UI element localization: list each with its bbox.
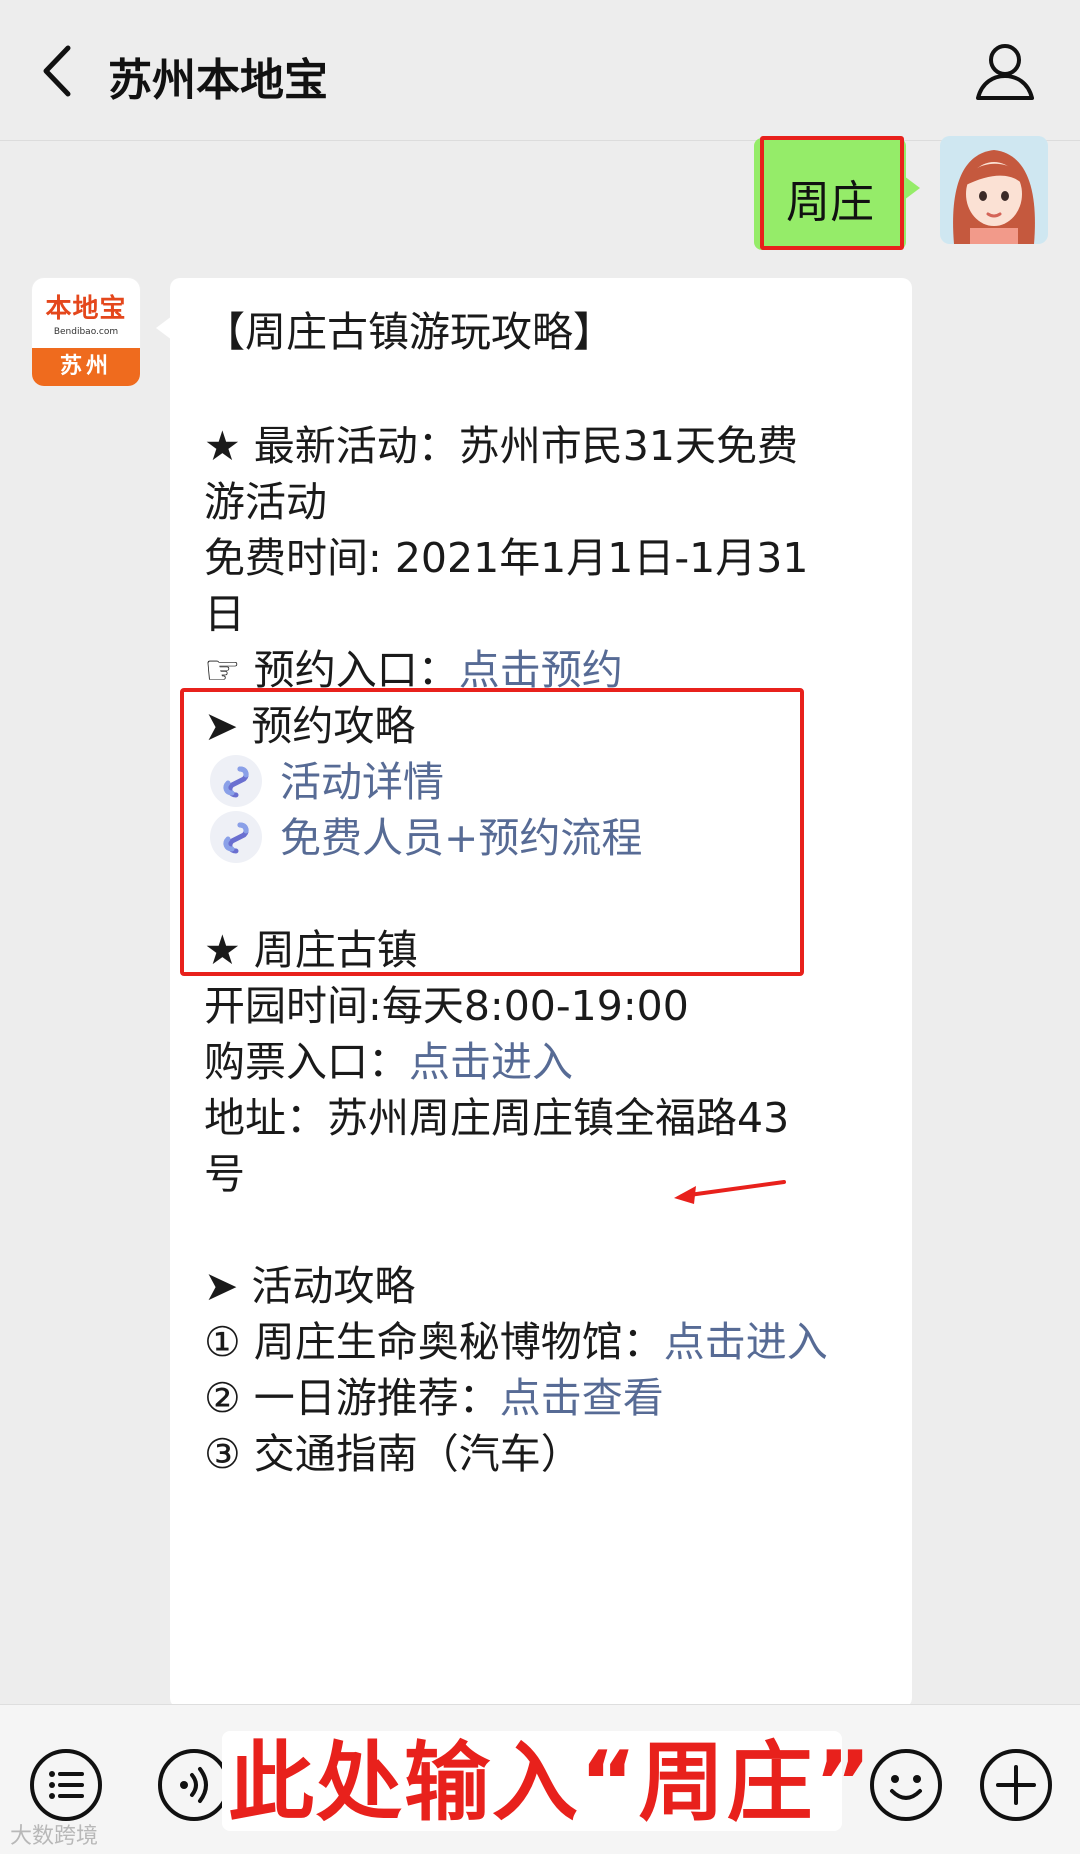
avatar-city-text: 苏州 xyxy=(32,348,140,386)
voice-icon[interactable] xyxy=(156,1747,232,1823)
museum-link[interactable]: 点击进入 xyxy=(664,1318,828,1366)
guide-item-label: ② 一日游推荐： xyxy=(204,1374,500,1422)
address-text-cont: 号 xyxy=(204,1150,245,1198)
back-arrow-icon[interactable] xyxy=(30,38,90,104)
watermark: 大数跨境 xyxy=(10,1824,99,1849)
guide-item-museum: ① 周庄生命奥秘博物馆：点击进入 xyxy=(204,1314,828,1370)
guide-item-daytrip: ② 一日游推荐：点击查看 xyxy=(204,1370,664,1426)
annotation-arrow-icon xyxy=(674,1180,786,1204)
nav-bar: 苏州本地宝 xyxy=(0,0,1080,141)
incoming-message-bubble: 【周庄古镇游玩攻略】 ★ 最新活动：苏州市民31天免费 游活动 免费时间: 20… xyxy=(156,278,912,1708)
section-heading-activity: ★ 最新活动：苏州市民31天免费 xyxy=(204,422,798,470)
annotation-highlight-box xyxy=(760,136,904,250)
free-time-text: 免费时间: 2021年1月1日-1月31 xyxy=(204,534,809,582)
guide-item-label: ① 周庄生命奥秘博物馆： xyxy=(204,1318,664,1366)
daytrip-link[interactable]: 点击查看 xyxy=(500,1374,664,1422)
reserve-entry-label: ☞ 预约入口： xyxy=(204,646,459,694)
chat-title: 苏州本地宝 xyxy=(108,55,328,106)
guide-item-transport: ③ 交通指南（汽车） xyxy=(204,1430,582,1478)
annotation-instruction-text: 此处输入“周庄” xyxy=(228,1733,874,1833)
account-avatar[interactable]: 本地宝 Bendibao.com 苏州 xyxy=(32,278,140,386)
opening-hours-text: 开园时间:每天8:00-19:00 xyxy=(204,982,689,1030)
address-text: 地址：苏州周庄周庄镇全福路43 xyxy=(204,1094,790,1142)
user-avatar[interactable] xyxy=(940,136,1048,244)
avatar-domain-text: Bendibao.com xyxy=(53,327,119,337)
plus-icon[interactable] xyxy=(978,1747,1054,1823)
ticket-link[interactable]: 点击进入 xyxy=(409,1038,573,1086)
ticket-entry-line: 购票入口：点击进入 xyxy=(204,1034,573,1090)
menu-list-icon[interactable] xyxy=(28,1747,104,1823)
message-title: 【周庄古镇游玩攻略】 xyxy=(204,308,614,356)
emoji-icon[interactable] xyxy=(868,1747,944,1823)
section-heading-activity-cont: 游活动 xyxy=(204,478,327,526)
ticket-entry-label: 购票入口： xyxy=(204,1038,409,1086)
annotation-reserve-box xyxy=(180,688,804,976)
reserve-link[interactable]: 点击预约 xyxy=(459,646,623,694)
cartoon-girl-icon xyxy=(940,136,1048,244)
free-time-text-cont: 日 xyxy=(204,590,245,638)
section-heading-guides: ➤ 活动攻略 xyxy=(204,1262,416,1310)
person-icon[interactable] xyxy=(972,38,1038,104)
avatar-brand-text: 本地宝 xyxy=(45,294,127,324)
